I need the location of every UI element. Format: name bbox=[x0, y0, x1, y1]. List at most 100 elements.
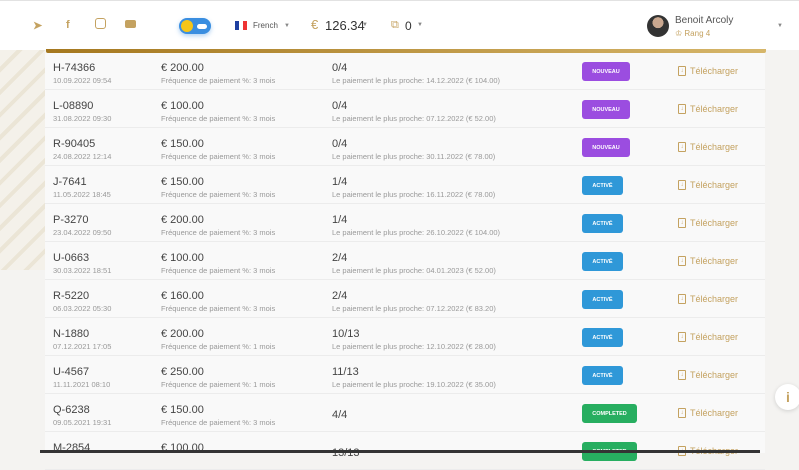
download-link[interactable]: ↓ Télécharger bbox=[678, 332, 738, 342]
payment-frequency: Fréquence de paiement %: 1 mois bbox=[161, 380, 276, 389]
amount: € 250.00 bbox=[161, 366, 204, 378]
download-label: Télécharger bbox=[690, 256, 739, 266]
table-row: L-08890 31.08.2022 09:30 € 100.00 Fréque… bbox=[45, 91, 765, 128]
contract-date: 11.05.2022 18:45 bbox=[53, 190, 111, 199]
download-label: Télécharger bbox=[690, 104, 739, 114]
contract-id: Q-6238 bbox=[53, 404, 90, 416]
payment-frequency: Fréquence de paiement %: 3 mois bbox=[161, 304, 276, 313]
contract-date: 06.03.2022 05:30 bbox=[53, 304, 112, 313]
contract-id: H-74366 bbox=[53, 62, 96, 74]
contract-date: 30.03.2022 18:51 bbox=[53, 266, 112, 275]
amount: € 200.00 bbox=[161, 62, 204, 74]
download-label: Télécharger bbox=[690, 294, 739, 304]
download-link[interactable]: ↓ Télécharger bbox=[678, 104, 738, 114]
download-link[interactable]: ↓ Télécharger bbox=[678, 294, 738, 304]
status-badge: ACTIVÉ bbox=[582, 176, 623, 195]
table-row: R-5220 06.03.2022 05:30 € 160.00 Fréquen… bbox=[45, 281, 765, 318]
download-link[interactable]: ↓ Télécharger bbox=[678, 218, 738, 228]
theme-toggle[interactable] bbox=[179, 18, 211, 34]
payment-frequency: Fréquence de paiement %: 3 mois bbox=[161, 228, 276, 237]
status-badge: ACTIVÉ bbox=[582, 290, 623, 309]
status-badge: NOUVEAU bbox=[582, 138, 630, 157]
download-link[interactable]: ↓ Télécharger bbox=[678, 256, 738, 266]
status-badge: COMPLETED bbox=[582, 404, 637, 423]
status-badge: ACTIVÉ bbox=[582, 252, 623, 271]
contract-date: 10.09.2022 09:54 bbox=[53, 76, 112, 85]
table-row: H-74366 10.09.2022 09:54 € 200.00 Fréque… bbox=[45, 53, 765, 90]
payment-progress: 0/4 bbox=[332, 100, 348, 112]
avatar[interactable] bbox=[647, 15, 669, 37]
payment-frequency: Fréquence de paiement %: 3 mois bbox=[161, 266, 276, 275]
status-badge: ACTIVÉ bbox=[582, 328, 623, 347]
chevron-down-icon[interactable]: ▼ bbox=[284, 23, 290, 29]
cloud-icon bbox=[197, 24, 207, 29]
payment-progress: 10/13 bbox=[332, 328, 360, 340]
payment-progress: 0/4 bbox=[332, 138, 348, 150]
download-label: Télécharger bbox=[690, 408, 739, 418]
download-file-icon: ↓ bbox=[678, 256, 686, 266]
download-file-icon: ↓ bbox=[678, 66, 686, 76]
telegram-icon[interactable]: ➤ bbox=[33, 19, 42, 32]
table-row: N-1880 07.12.2021 17:05 € 200.00 Fréquen… bbox=[45, 319, 765, 356]
payment-frequency: Fréquence de paiement %: 1 mois bbox=[161, 342, 276, 351]
payment-progress: 2/4 bbox=[332, 252, 348, 264]
next-payment: Le paiement le plus proche: 19.10.2022 (… bbox=[332, 380, 496, 389]
download-file-icon: ↓ bbox=[678, 104, 686, 114]
download-label: Télécharger bbox=[690, 180, 739, 190]
amount: € 150.00 bbox=[161, 404, 204, 416]
user-rank: ♔ Rang 4 bbox=[675, 29, 711, 38]
download-file-icon: ↓ bbox=[678, 218, 686, 228]
contract-date: 07.12.2021 17:05 bbox=[53, 342, 112, 351]
user-name[interactable]: Benoit Arcoly bbox=[675, 15, 733, 26]
user-menu-chevron-icon[interactable]: ▼ bbox=[777, 23, 783, 29]
payment-frequency: Fréquence de paiement %: 3 mois bbox=[161, 76, 276, 85]
youtube-icon[interactable] bbox=[125, 20, 136, 28]
download-file-icon: ↓ bbox=[678, 294, 686, 304]
next-payment: Le paiement le plus proche: 14.12.2022 (… bbox=[332, 76, 501, 85]
contract-date: 24.08.2022 12:14 bbox=[53, 152, 112, 161]
amount: € 200.00 bbox=[161, 328, 204, 340]
sun-icon bbox=[181, 20, 193, 32]
amount: € 150.00 bbox=[161, 176, 204, 188]
download-file-icon: ↓ bbox=[678, 332, 686, 342]
amount: € 160.00 bbox=[161, 290, 204, 302]
payment-progress: 2/4 bbox=[332, 290, 348, 302]
facebook-icon[interactable]: f bbox=[66, 19, 70, 31]
contract-id: R-90405 bbox=[53, 138, 96, 150]
info-icon[interactable]: i bbox=[775, 384, 799, 410]
next-payment: Le paiement le plus proche: 12.10.2022 (… bbox=[332, 342, 496, 351]
balance[interactable]: 126.34 bbox=[325, 18, 365, 33]
contract-date: 09.05.2021 19:31 bbox=[53, 418, 112, 427]
instagram-icon[interactable] bbox=[95, 18, 106, 29]
amount: € 100.00 bbox=[161, 252, 204, 264]
download-link[interactable]: ↓ Télécharger bbox=[678, 370, 738, 380]
amount: € 100.00 bbox=[161, 100, 204, 112]
next-payment: Le paiement le plus proche: 16.11.2022 (… bbox=[332, 190, 496, 199]
chevron-down-icon[interactable]: ▼ bbox=[362, 22, 368, 28]
french-flag-icon bbox=[235, 21, 247, 30]
payment-progress: 1/4 bbox=[332, 176, 348, 188]
download-link[interactable]: ↓ Télécharger bbox=[678, 66, 738, 76]
language-select[interactable]: French bbox=[253, 21, 278, 30]
contract-date: 23.04.2022 09:50 bbox=[53, 228, 112, 237]
download-label: Télécharger bbox=[690, 370, 739, 380]
rank-label: Rang 4 bbox=[684, 29, 711, 38]
download-link[interactable]: ↓ Télécharger bbox=[678, 408, 738, 418]
table-row: U-0663 30.03.2022 18:51 € 100.00 Fréquen… bbox=[45, 243, 765, 280]
download-link[interactable]: ↓ Télécharger bbox=[678, 142, 738, 152]
header: ➤ f French ▼ € 126.34 ▼ ⧉ 0 ▼ Benoit Arc… bbox=[0, 0, 799, 50]
table-row: U-4567 11.11.2021 08:10 € 250.00 Fréquen… bbox=[45, 357, 765, 394]
status-badge: NOUVEAU bbox=[582, 100, 630, 119]
next-payment: Le paiement le plus proche: 07.12.2022 (… bbox=[332, 304, 496, 313]
contract-id: U-4567 bbox=[53, 366, 90, 378]
chevron-down-icon[interactable]: ▼ bbox=[417, 22, 423, 28]
payment-progress: 13/13 bbox=[332, 447, 360, 459]
payment-progress: 11/13 bbox=[332, 366, 359, 378]
contract-date: 31.08.2022 09:30 bbox=[53, 114, 112, 123]
tickets-count[interactable]: 0 bbox=[405, 19, 412, 33]
download-label: Télécharger bbox=[690, 142, 739, 152]
tickets-icon: ⧉ bbox=[391, 19, 399, 31]
download-file-icon: ↓ bbox=[678, 142, 686, 152]
payment-frequency: Fréquence de paiement %: 3 mois bbox=[161, 114, 276, 123]
download-link[interactable]: ↓ Télécharger bbox=[678, 180, 738, 190]
